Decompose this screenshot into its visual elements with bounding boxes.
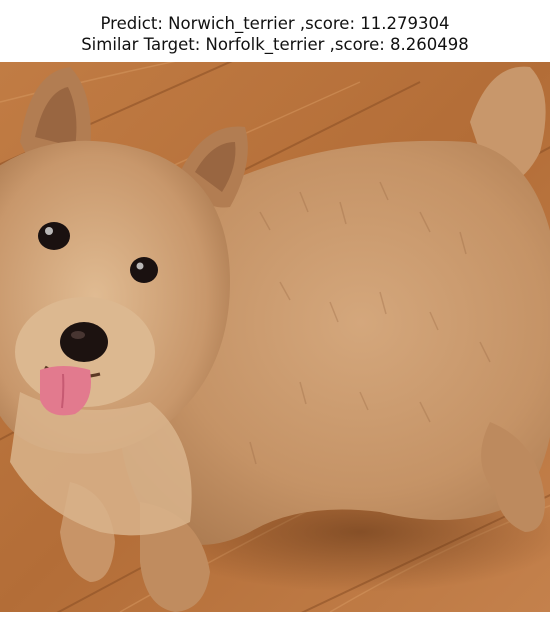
dog-photo — [0, 62, 550, 612]
dog-eye-left — [38, 222, 70, 250]
dog-eye-left-highlight — [45, 227, 53, 235]
dog-nose — [60, 322, 108, 362]
dog-photo-illustration — [0, 62, 550, 612]
prediction-label: Predict: Norwich_terrier ,score: 11.2793… — [100, 14, 450, 33]
figure-title: Predict: Norwich_terrier ,score: 11.2793… — [0, 14, 550, 55]
dog-eye-right — [130, 257, 158, 283]
dog-eye-right-highlight — [136, 262, 144, 270]
similar-target-label: Similar Target: Norfolk_terrier ,score: … — [81, 34, 469, 54]
dog-nose-highlight — [71, 331, 85, 339]
